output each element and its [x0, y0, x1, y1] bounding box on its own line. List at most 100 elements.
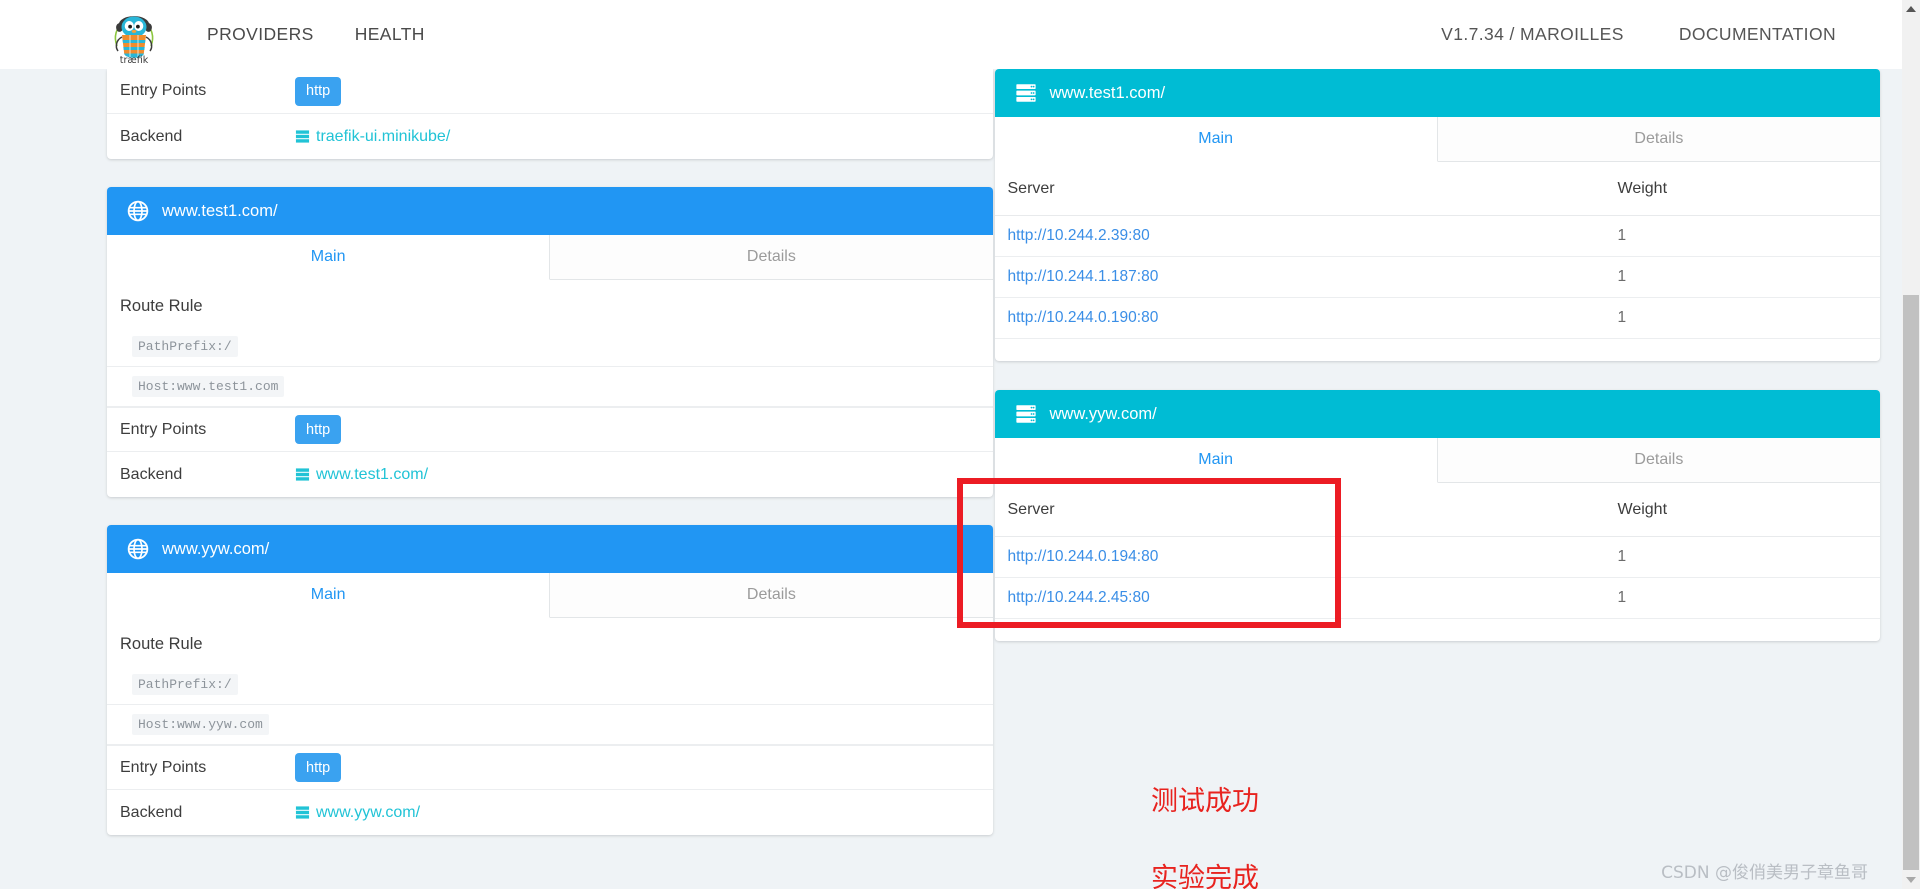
route-rule-title: Route Rule [120, 297, 203, 315]
card-tabs: Main Details [994, 438, 1880, 483]
tab-details[interactable]: Details [550, 573, 993, 617]
tab-details[interactable]: Details [1437, 438, 1880, 482]
scroll-down-arrow-icon[interactable] [1902, 871, 1920, 889]
backend-card-title: www.yyw.com/ [1049, 404, 1157, 423]
frontend-card-header: www.test1.com/ [107, 187, 993, 235]
scroll-up-arrow-icon[interactable] [1902, 0, 1920, 18]
table-row: http://10.244.2.39:80 1 [994, 216, 1880, 257]
server-rack-icon [295, 805, 310, 820]
server-rack-icon [1015, 403, 1037, 425]
frontend-card-header: www.yyw.com/ [107, 525, 993, 573]
nav-item-health[interactable]: HEALTH [355, 24, 425, 45]
column-header-weight: Weight [1617, 500, 1668, 518]
backend-card: www.yyw.com/ Main Details Server Weight … [994, 390, 1881, 641]
annotation-note: 测试成功 实验完成 [1080, 745, 1330, 889]
server-weight: 1 [1617, 309, 1627, 326]
backend-link[interactable]: traefik-ui.minikube/ [295, 128, 450, 146]
main-nav: PROVIDERS HEALTH [207, 24, 425, 45]
frontend-card-title: www.test1.com/ [162, 201, 278, 220]
table-spacer [995, 619, 1881, 641]
content-area: Entry Points http Backend traefik-ui.min… [0, 69, 1902, 889]
entry-points-label: Entry Points [120, 420, 207, 438]
server-url-link[interactable]: http://10.244.2.39:80 [1008, 227, 1150, 244]
table-row: http://10.244.0.190:80 1 [994, 298, 1880, 339]
card-tabs: Main Details [107, 235, 993, 280]
nav-item-providers[interactable]: PROVIDERS [207, 24, 314, 45]
backend-card-title: www.test1.com/ [1049, 83, 1166, 102]
server-url-link[interactable]: http://10.244.2.45:80 [1008, 589, 1150, 606]
backend-link[interactable]: www.test1.com/ [295, 466, 428, 484]
entry-points-label: Entry Points [120, 758, 207, 776]
route-rule-item: PathPrefix:/ [107, 327, 993, 367]
nav-right-group: V1.7.34 / MAROILLES DOCUMENTATION [1441, 24, 1836, 45]
entry-points-label: Entry Points [120, 82, 207, 99]
server-table-header: Server Weight [994, 162, 1880, 216]
route-rule-item: PathPrefix:/ [107, 665, 993, 705]
backend-link-text: www.yyw.com/ [316, 803, 421, 821]
table-row: http://10.244.0.194:80 1 [994, 537, 1880, 578]
backend-row: Backend traefik-ui.minikube/ [107, 114, 993, 159]
top-navbar: træfik PROVIDERS HEALTH V1.7.34 / MAROIL… [0, 0, 1902, 69]
svg-text:træfik: træfik [120, 55, 149, 64]
frontend-card: www.test1.com/ Main Details Route Rule P… [107, 187, 993, 497]
annotation-line-2: 实验完成 [1151, 862, 1259, 889]
route-rule-item: Host:www.test1.com [107, 367, 993, 407]
backends-column: www.test1.com/ Main Details Server Weigh… [973, 69, 1903, 863]
frontends-column: Entry Points http Backend traefik-ui.min… [85, 69, 1015, 863]
table-row: http://10.244.2.45:80 1 [994, 578, 1880, 619]
backend-row: Backend www.test1.com/ [107, 452, 993, 497]
backend-link[interactable]: www.yyw.com/ [295, 804, 420, 822]
entry-points-row: Entry Points http [107, 407, 993, 452]
server-url-link[interactable]: http://10.244.0.194:80 [1008, 548, 1159, 565]
backend-card-header: www.yyw.com/ [994, 390, 1880, 438]
server-weight: 1 [1617, 227, 1627, 244]
route-rule-item: Host:www.yyw.com [107, 705, 993, 745]
frontend-card-title: www.yyw.com/ [162, 539, 270, 558]
backend-row: Backend www.yyw.com/ [107, 790, 993, 835]
scrollbar-thumb[interactable] [1903, 295, 1919, 870]
route-rule-value: Host:www.test1.com [132, 376, 285, 397]
backend-card: www.test1.com/ Main Details Server Weigh… [994, 69, 1881, 361]
column-header-server: Server [1007, 179, 1055, 197]
route-rule-title: Route Rule [120, 635, 203, 653]
tab-details[interactable]: Details [550, 235, 993, 279]
tab-main[interactable]: Main [107, 573, 551, 618]
server-url-link[interactable]: http://10.244.1.187:80 [1008, 268, 1159, 285]
server-table-header: Server Weight [994, 483, 1880, 537]
csdn-watermark: CSDN @俊俏美男子章鱼哥 [1661, 863, 1868, 883]
frontend-card: www.yyw.com/ Main Details Route Rule Pat… [107, 525, 993, 835]
version-label: V1.7.34 / MAROILLES [1441, 24, 1624, 44]
tab-details[interactable]: Details [1437, 117, 1880, 161]
server-weight: 1 [1617, 548, 1627, 565]
frontend-card: Entry Points http Backend traefik-ui.min… [107, 69, 993, 159]
backend-card-header: www.test1.com/ [994, 69, 1880, 117]
entry-point-chip[interactable]: http [295, 415, 342, 444]
server-weight: 1 [1617, 268, 1627, 285]
backend-label: Backend [120, 127, 183, 145]
route-rule-value: PathPrefix:/ [132, 336, 238, 357]
nav-item-documentation[interactable]: DOCUMENTATION [1679, 24, 1836, 45]
table-row: http://10.244.1.187:80 1 [994, 257, 1880, 298]
entry-points-row: Entry Points http [107, 69, 993, 114]
tab-main[interactable]: Main [107, 235, 551, 280]
entry-point-chip[interactable]: http [295, 76, 342, 106]
card-tabs: Main Details [994, 117, 1880, 162]
vertical-scrollbar[interactable] [1902, 0, 1920, 889]
entry-point-chip[interactable]: http [295, 753, 342, 782]
tab-main[interactable]: Main [994, 438, 1438, 483]
traefik-logo[interactable]: træfik [103, 6, 165, 64]
server-rack-icon [295, 129, 310, 144]
column-header-server: Server [1007, 500, 1055, 518]
backend-link-text: www.test1.com/ [316, 465, 429, 483]
backend-link-text: traefik-ui.minikube/ [316, 127, 451, 145]
column-header-weight: Weight [1617, 179, 1668, 197]
tab-main[interactable]: Main [994, 117, 1438, 162]
backend-label: Backend [120, 803, 183, 821]
globe-icon [127, 200, 149, 222]
table-spacer [995, 339, 1881, 361]
route-rule-value: PathPrefix:/ [132, 674, 238, 695]
annotation-line-1: 测试成功 [1151, 786, 1259, 818]
entry-points-row: Entry Points http [107, 745, 993, 790]
server-rack-icon [295, 467, 310, 482]
server-url-link[interactable]: http://10.244.0.190:80 [1008, 309, 1159, 326]
